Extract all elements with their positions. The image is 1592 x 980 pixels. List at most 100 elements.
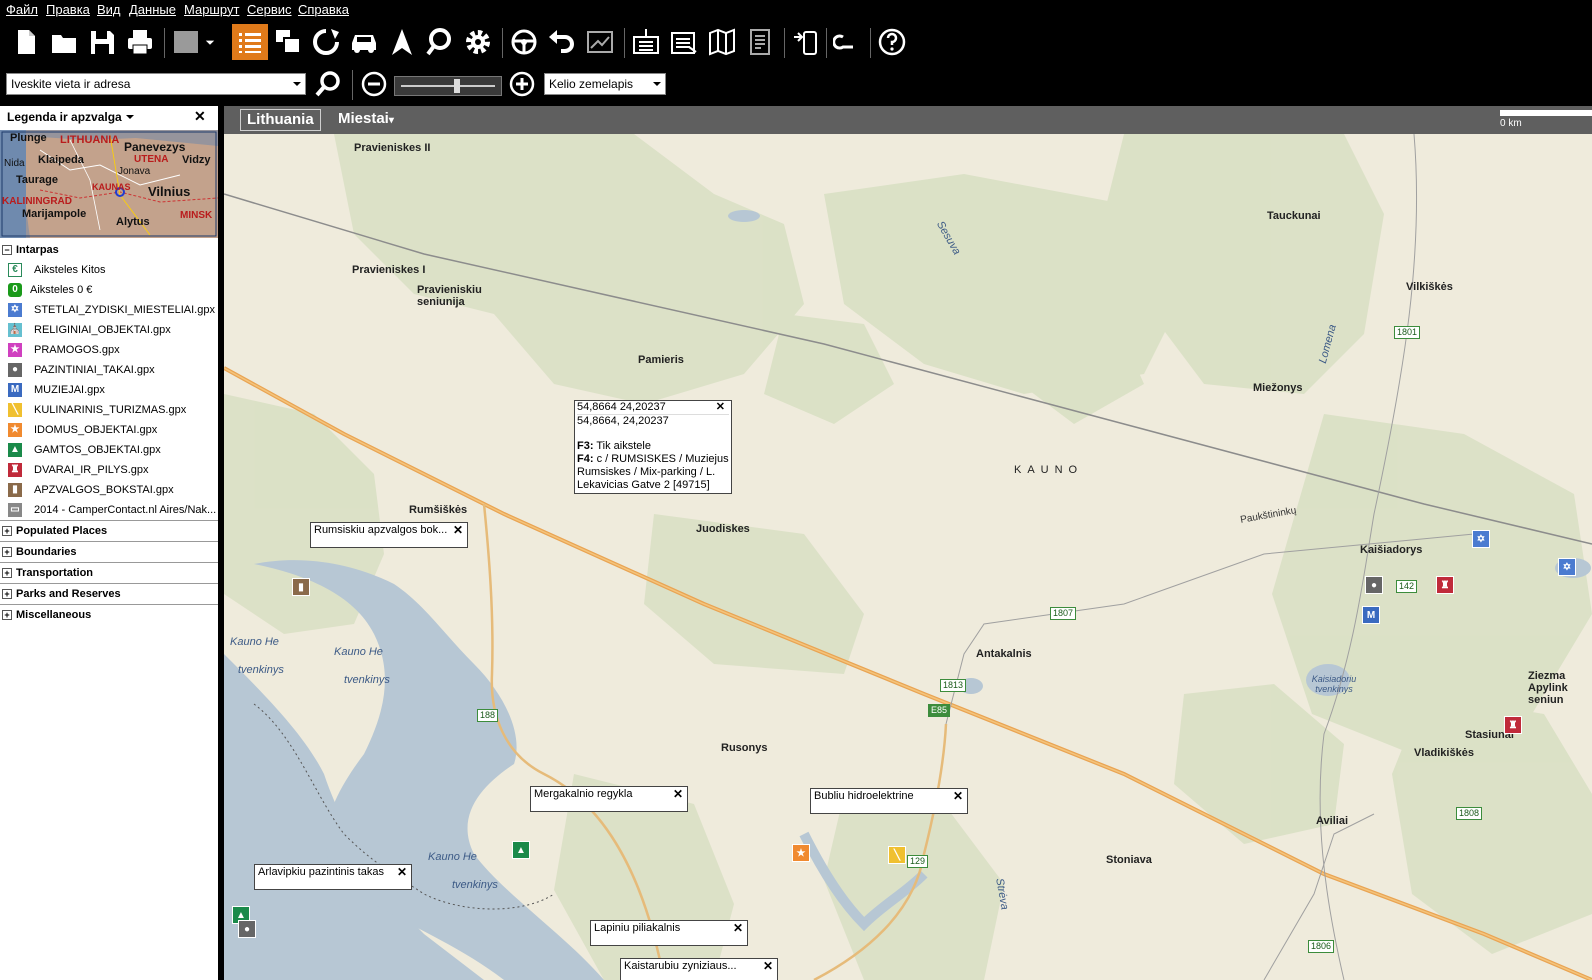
search-map-icon[interactable] xyxy=(422,24,458,60)
cities-menu[interactable]: Miestai▾ xyxy=(338,109,394,131)
legend-group-populated-places[interactable]: + Populated Places xyxy=(0,521,218,542)
legend-group-miscellaneous[interactable]: + Miscellaneous xyxy=(0,605,218,625)
legend-item[interactable]: ♜ DVARAI_IR_PILYS.gpx xyxy=(0,460,218,480)
save-icon[interactable] xyxy=(84,24,120,60)
close-icon[interactable]: ✕ xyxy=(716,401,725,414)
expand-icon[interactable]: + xyxy=(2,568,12,578)
place-label: Vladikiškės xyxy=(1414,747,1474,759)
castle-icon[interactable]: ♜ xyxy=(1504,716,1522,734)
star-of-david-icon[interactable]: ✡ xyxy=(1472,530,1490,548)
menu-route[interactable]: Маршрут xyxy=(184,2,239,17)
expand-icon[interactable]: + xyxy=(2,547,12,557)
print-icon[interactable] xyxy=(122,24,158,60)
search-input[interactable]: Iveskite vieta ir adresa xyxy=(6,73,306,95)
help-icon[interactable] xyxy=(874,24,910,60)
close-icon[interactable]: ✕ xyxy=(453,523,463,537)
chevron-down-icon[interactable] xyxy=(126,113,134,121)
collapse-icon[interactable]: − xyxy=(2,245,12,255)
poi-callout[interactable]: Mergakalnio regykla ✕ xyxy=(530,786,688,812)
expand-icon[interactable]: + xyxy=(2,610,12,620)
legend-item[interactable]: M MUZIEJAI.gpx xyxy=(0,380,218,400)
poi-callout[interactable]: Arlavipkiu pazintinis takas ✕ xyxy=(254,864,412,890)
hint-f3-line: F3: Tik aikstele xyxy=(577,440,729,453)
tower-icon[interactable]: ▮ xyxy=(292,578,310,596)
zoom-slider-thumb[interactable] xyxy=(453,79,460,93)
device-transfer-icon[interactable] xyxy=(788,24,824,60)
place-label: Vilkiškės xyxy=(1406,281,1453,293)
export-icon[interactable] xyxy=(666,24,702,60)
map-view[interactable]: Lithuania Miestai▾ 0 km Pravieniskes II … xyxy=(224,106,1592,980)
copy-windows-icon[interactable] xyxy=(270,24,306,60)
legend-item[interactable]: ★ IDOMUS_OBJEKTAI.gpx xyxy=(0,420,218,440)
star-of-david-icon[interactable]: ✡ xyxy=(1558,558,1576,576)
expand-icon[interactable]: + xyxy=(2,526,12,536)
poi-callout[interactable]: Bubliu hidroelektrine ✕ xyxy=(810,788,968,814)
menu-view[interactable]: Вид xyxy=(97,2,121,17)
zoom-in-icon[interactable] xyxy=(504,66,540,102)
car-icon[interactable] xyxy=(346,24,382,60)
legend-item[interactable]: ╲ KULINARINIS_TURIZMAS.gpx xyxy=(0,400,218,420)
legend-item[interactable]: ● PAZINTINIAI_TAKAI.gpx xyxy=(0,360,218,380)
search-icon[interactable] xyxy=(310,66,346,102)
legend-panel-title[interactable]: Legenda ir apzvalga xyxy=(7,110,122,124)
legend-group-intarpas[interactable]: − Intarpas xyxy=(0,240,218,260)
chevron-down-icon[interactable] xyxy=(291,78,303,90)
menu-help[interactable]: Справка xyxy=(298,2,349,17)
legend-item[interactable]: ★ PRAMOGOS.gpx xyxy=(0,340,218,360)
zoom-slider[interactable] xyxy=(394,76,502,96)
close-icon[interactable]: ✕ xyxy=(397,865,407,879)
menu-edit[interactable]: Правка xyxy=(46,2,90,17)
poi-callout[interactable]: Lapiniu piliakalnis ✕ xyxy=(590,920,748,946)
close-icon[interactable]: ✕ xyxy=(194,108,206,125)
map-icon[interactable] xyxy=(704,24,740,60)
legend-item[interactable]: € Aiksteles Kitos xyxy=(0,260,218,280)
close-icon[interactable]: ✕ xyxy=(673,787,683,801)
legend-item[interactable]: ⛪ RELIGINIAI_OBJEKTAI.gpx xyxy=(0,320,218,340)
gear-icon[interactable] xyxy=(460,24,496,60)
new-file-icon[interactable] xyxy=(8,24,44,60)
chart-icon[interactable] xyxy=(582,24,618,60)
menu-service[interactable]: Сервис xyxy=(247,2,292,17)
close-icon[interactable]: ✕ xyxy=(953,789,963,803)
steering-wheel-icon[interactable] xyxy=(506,24,542,60)
list-icon[interactable] xyxy=(232,24,268,60)
legend-group-boundaries[interactable]: + Boundaries xyxy=(0,542,218,563)
menu-data[interactable]: Данные xyxy=(129,2,176,17)
poi-callout[interactable]: Rumsiskiu apzvalgos bok... ✕ xyxy=(310,522,468,548)
navigation-arrow-icon[interactable] xyxy=(384,24,420,60)
castle-icon[interactable]: ♜ xyxy=(1436,576,1454,594)
cutlery-icon[interactable]: ╲ xyxy=(888,846,906,864)
document-icon[interactable] xyxy=(742,24,778,60)
chevron-down-icon[interactable] xyxy=(200,24,220,60)
zoom-out-icon[interactable] xyxy=(356,66,392,102)
place-label: Kaišiadorys xyxy=(1360,544,1423,556)
zero-icon: 0 xyxy=(8,283,22,297)
poi-callout[interactable]: Kaistarubiu zyniziaus... ✕ xyxy=(620,958,778,980)
close-icon[interactable]: ✕ xyxy=(763,959,773,973)
import-icon[interactable] xyxy=(628,24,664,60)
legend-item[interactable]: ▲ GAMTOS_OBJEKTAI.gpx xyxy=(0,440,218,460)
footprint-icon[interactable]: ● xyxy=(1365,576,1383,594)
route-refresh-icon[interactable] xyxy=(308,24,344,60)
close-icon[interactable]: ✕ xyxy=(733,921,743,935)
overview-map[interactable]: Plunge LITHUANIA Panevezys Nida Klaipeda… xyxy=(0,130,218,238)
legend-group-transportation[interactable]: + Transportation xyxy=(0,563,218,584)
museum-icon[interactable]: M xyxy=(1362,606,1380,624)
map-shade-icon[interactable] xyxy=(168,24,204,60)
tree-icon[interactable]: ▲ xyxy=(512,841,530,859)
country-button[interactable]: Lithuania xyxy=(240,109,321,131)
legend-item[interactable]: 0 Aiksteles 0 € xyxy=(0,280,218,300)
legend-group-parks[interactable]: + Parks and Reserves xyxy=(0,584,218,605)
open-folder-icon[interactable] xyxy=(46,24,82,60)
expand-icon[interactable]: + xyxy=(2,589,12,599)
map-type-select[interactable]: Kelio zemelapis xyxy=(544,73,666,95)
link-icon[interactable] xyxy=(830,24,866,60)
menu-file[interactable]: Файл xyxy=(6,2,38,17)
chevron-down-icon[interactable] xyxy=(651,78,663,90)
footprint-icon[interactable]: ● xyxy=(238,920,256,938)
legend-item[interactable]: ▭ 2014 - CamperContact.nl Aires/Nak... xyxy=(0,500,218,521)
legend-item[interactable]: ▮ APZVALGOS_BOKSTAI.gpx xyxy=(0,480,218,500)
star-icon[interactable]: ★ xyxy=(792,844,810,862)
legend-item[interactable]: ✡ STETLAI_ZYDISKI_MIESTELIAI.gpx xyxy=(0,300,218,320)
undo-icon[interactable] xyxy=(544,24,580,60)
